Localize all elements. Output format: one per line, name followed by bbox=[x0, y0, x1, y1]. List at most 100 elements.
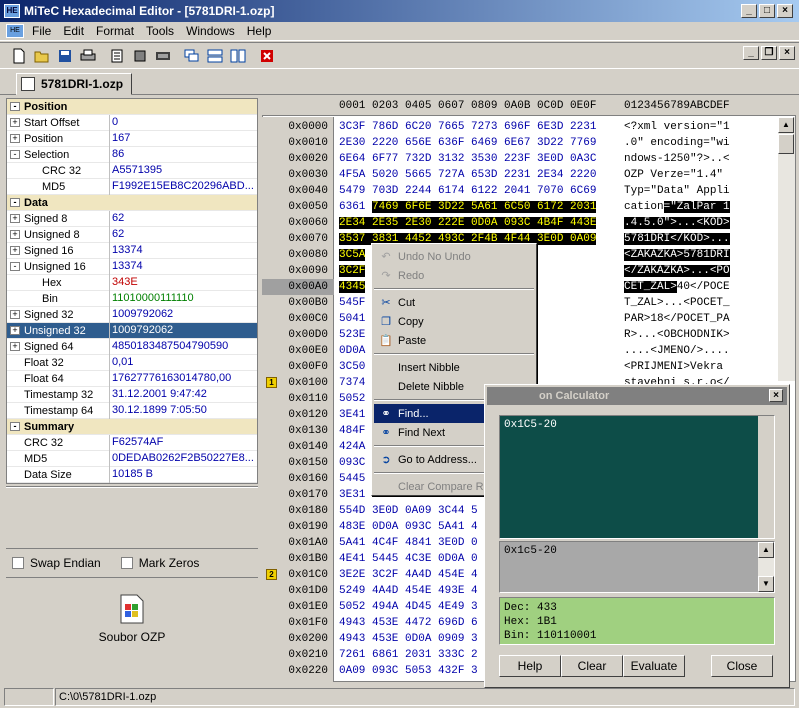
menu-windows[interactable]: Windows bbox=[180, 24, 241, 38]
hex-bytes[interactable]: 2E34 2E35 2E30 222E 0D0A 093C 4B4F 443E bbox=[339, 215, 597, 231]
hex-bytes[interactable]: 4345 bbox=[339, 279, 366, 295]
property-value[interactable]: 86 bbox=[109, 146, 257, 163]
scroll-up-icon[interactable]: ▲ bbox=[758, 542, 774, 558]
hex-bytes[interactable]: 4F5A 5020 5665 727A 653D 2231 2E34 2220 bbox=[339, 167, 596, 183]
properties-icon[interactable] bbox=[108, 47, 126, 65]
expand-icon[interactable]: + bbox=[10, 230, 20, 239]
ascii-text[interactable]: </ZAKAZKA>...<PO bbox=[624, 263, 730, 279]
hex-bytes[interactable]: 7261 6861 2031 333C 2 bbox=[339, 647, 478, 663]
hex-bytes[interactable]: 554D 3E0D 0A09 3C44 5 bbox=[339, 503, 478, 519]
hex-bytes[interactable]: 5041 bbox=[339, 311, 365, 327]
property-row[interactable]: CRC 32 F62574AF bbox=[7, 434, 257, 451]
property-row[interactable]: Bin 11010000111110 bbox=[7, 290, 257, 307]
hex-bytes[interactable]: 0D0A bbox=[339, 343, 365, 359]
property-row[interactable]: + Signed 16 13374 bbox=[7, 242, 257, 259]
hex-bytes[interactable]: 3E31 bbox=[339, 487, 365, 503]
property-row[interactable]: Timestamp 32 31.12.2001 9:47:42 bbox=[7, 386, 257, 403]
hex-bytes[interactable]: 523E bbox=[339, 327, 365, 343]
property-value[interactable]: F62574AF bbox=[109, 434, 257, 451]
print-icon[interactable] bbox=[79, 47, 97, 65]
property-row[interactable]: MD5 F1992E15EB8C20296ABD... bbox=[7, 178, 257, 195]
input-scrollbar[interactable]: ▲ ▼ bbox=[758, 542, 774, 592]
expand-icon[interactable]: + bbox=[10, 246, 20, 255]
property-value[interactable]: 1009792062 bbox=[109, 322, 257, 339]
hex-bytes[interactable]: 3E2E 3C2F 4A4D 454E 4 bbox=[339, 567, 478, 583]
scroll-up-icon[interactable]: ▲ bbox=[778, 117, 794, 133]
history-scrollbar[interactable] bbox=[758, 416, 774, 538]
menu-item-insert-nibble[interactable]: Insert Nibble bbox=[374, 358, 534, 377]
ascii-text[interactable]: T_ZAL>...<POCET_ bbox=[624, 295, 730, 311]
ascii-text[interactable]: ndows-1250"?>..< bbox=[624, 151, 730, 167]
calculator-close-icon[interactable]: × bbox=[769, 389, 783, 402]
property-value[interactable]: 11010000111110 bbox=[109, 290, 257, 307]
hex-bytes[interactable]: 4943 453E 0D0A 0909 3 bbox=[339, 631, 478, 647]
hex-bytes[interactable]: 2E30 2220 656E 636F 6469 6E67 3D22 7769 bbox=[339, 135, 596, 151]
keyboard-icon[interactable] bbox=[154, 47, 172, 65]
ascii-text[interactable]: PAR>18</POCET_PA bbox=[624, 311, 730, 327]
scroll-thumb[interactable] bbox=[778, 134, 794, 154]
property-row[interactable]: + Start Offset 0 bbox=[7, 114, 257, 131]
close-red-icon[interactable] bbox=[258, 47, 276, 65]
hex-bytes[interactable]: 483E 0D0A 093C 5A41 4 bbox=[339, 519, 478, 535]
menu-edit[interactable]: Edit bbox=[57, 24, 90, 38]
hex-bytes[interactable]: 5249 4A4D 454E 493E 4 bbox=[339, 583, 478, 599]
hex-bytes[interactable]: 545F bbox=[339, 295, 365, 311]
bookmark-marker[interactable]: 1 bbox=[266, 377, 277, 388]
help-button[interactable]: Help bbox=[499, 655, 561, 677]
hex-bytes[interactable]: 6361 7469 6F6E 3D22 5A61 6C50 6172 2031 bbox=[339, 199, 597, 215]
hex-bytes[interactable]: 3C3F 786D 6C20 7665 7273 696F 6E3D 2231 bbox=[339, 119, 596, 135]
minimize-button[interactable]: _ bbox=[741, 4, 757, 18]
property-value[interactable]: 343E bbox=[109, 274, 257, 291]
property-row[interactable]: Data Size 10185 B bbox=[7, 466, 257, 483]
property-value[interactable]: 30.12.1899 7:05:50 bbox=[109, 402, 257, 419]
hex-bytes[interactable]: 5052 494A 4D45 4E49 3 bbox=[339, 599, 478, 615]
ascii-text[interactable]: ....<JMENO/>.... bbox=[624, 343, 730, 359]
hex-bytes[interactable]: 3E41 bbox=[339, 407, 365, 423]
expand-icon[interactable]: + bbox=[10, 326, 20, 335]
hex-bytes[interactable]: 6E64 6F77 732D 3132 3530 223F 3E0D 0A3C bbox=[339, 151, 596, 167]
property-row[interactable]: MD5 0DEDAB0262F2B50227E8... bbox=[7, 450, 257, 467]
property-value[interactable]: 167 bbox=[109, 130, 257, 147]
property-category[interactable]: - Data bbox=[7, 195, 257, 211]
property-value[interactable]: 0,01 bbox=[109, 354, 257, 371]
evaluate-button[interactable]: Evaluate bbox=[623, 655, 685, 677]
hex-bytes[interactable]: 4943 453E 4472 696D 6 bbox=[339, 615, 478, 631]
property-row[interactable]: - Selection 86 bbox=[7, 146, 257, 163]
expression-input[interactable]: 0x1c5-20 ▲ ▼ bbox=[499, 541, 775, 593]
menu-item-cut[interactable]: ✂ Cut bbox=[374, 293, 534, 312]
expand-icon[interactable]: + bbox=[10, 214, 20, 223]
tab-document[interactable]: 5781DRI-1.ozp bbox=[16, 73, 133, 95]
maximize-button[interactable]: □ bbox=[759, 4, 775, 18]
property-row[interactable]: Float 64 17627776163014780,00 bbox=[7, 370, 257, 387]
hex-bytes[interactable]: 3C2F bbox=[339, 263, 366, 279]
clear-button[interactable]: Clear bbox=[561, 655, 623, 677]
ascii-text[interactable]: 5781DRI</KOD>... bbox=[624, 231, 730, 247]
collapse-icon[interactable]: - bbox=[10, 102, 20, 111]
property-row[interactable]: + Unsigned 32 1009792062 bbox=[7, 322, 257, 339]
expand-icon[interactable]: + bbox=[10, 310, 20, 319]
hex-app-icon[interactable]: HE bbox=[4, 4, 20, 18]
property-value[interactable]: 13374 bbox=[109, 258, 257, 275]
property-row[interactable]: Hex 343E bbox=[7, 274, 257, 291]
property-grid[interactable]: - Position + Start Offset 0 + Position 167- Sele… bbox=[6, 98, 258, 484]
property-category[interactable]: - Position bbox=[7, 99, 257, 115]
ascii-text[interactable]: <?xml version="1 bbox=[624, 119, 730, 135]
hex-scrollbar[interactable]: ▲ bbox=[778, 117, 795, 381]
collapse-icon[interactable]: - bbox=[10, 198, 20, 207]
expand-icon[interactable]: + bbox=[10, 118, 20, 127]
expression-history[interactable]: 0x1C5-20 bbox=[499, 415, 775, 539]
cut-icon[interactable] bbox=[131, 47, 149, 65]
ascii-text[interactable]: <PRIJMENI>Vekra bbox=[624, 359, 723, 375]
hex-bytes[interactable]: 4E41 5445 4C3E 0D0A 0 bbox=[339, 551, 478, 567]
property-row[interactable]: CRC 32 A5571395 bbox=[7, 162, 257, 179]
property-value[interactable]: 4850183487504790590 bbox=[109, 338, 257, 355]
ascii-text[interactable]: cation="ZalPar 1 bbox=[624, 199, 730, 215]
hex-bytes[interactable]: 5052 bbox=[339, 391, 365, 407]
close-button[interactable]: × bbox=[777, 4, 793, 18]
checkbox-box[interactable] bbox=[12, 557, 24, 569]
property-row[interactable]: Timestamp 64 30.12.1899 7:05:50 bbox=[7, 402, 257, 419]
calculator-close-button[interactable]: Close bbox=[711, 655, 773, 677]
menu-item-redo[interactable]: ↷ Redo bbox=[374, 266, 534, 285]
open-folder-icon[interactable] bbox=[33, 47, 51, 65]
property-row[interactable]: + Signed 32 1009792062 bbox=[7, 306, 257, 323]
